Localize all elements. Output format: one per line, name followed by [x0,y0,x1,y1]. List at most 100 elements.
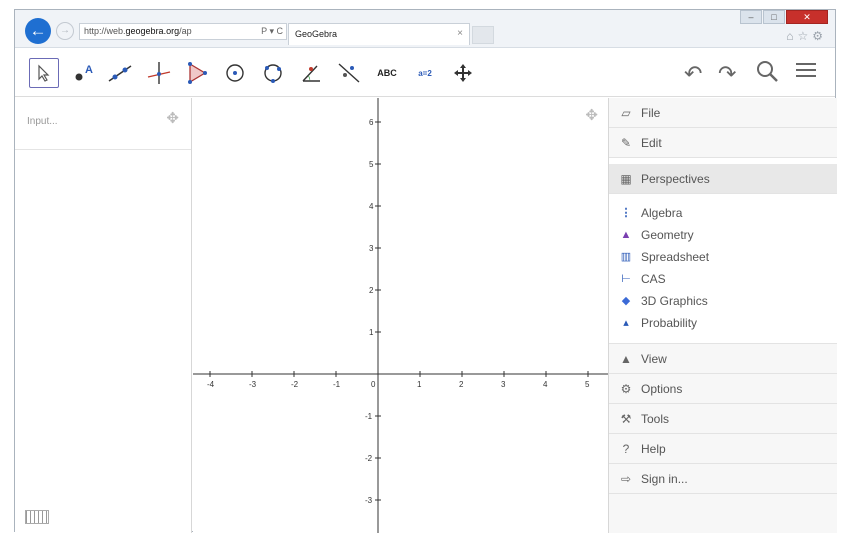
gear-icon: ⚙ [620,382,632,396]
perspective-algebra[interactable]: ⋮ Algebra [609,202,837,224]
menu-icon[interactable] [795,59,817,87]
line-tool[interactable] [105,58,135,88]
spreadsheet-icon: ▥ [620,251,632,263]
move-graphics-tool[interactable] [448,58,478,88]
perspectives-list: ⋮ Algebra ▲ Geometry ▥ Spreadsheet ⊢ CAS… [609,196,837,344]
text-tool-label: ABC [377,68,397,78]
perspective-label: Geometry [641,228,694,242]
perspective-spreadsheet[interactable]: ▥ Spreadsheet [609,246,837,268]
perspective-label: Probability [641,316,698,330]
minimize-icon[interactable]: – [740,10,762,24]
reflect-tool[interactable] [334,58,364,88]
back-icon[interactable]: ← [25,18,51,44]
menu-item-label: Sign in... [641,472,688,486]
help-icon: ? [622,442,630,456]
perspective-3d-graphics[interactable]: ◆ 3D Graphics [609,290,837,312]
menu-item-edit[interactable]: ✎ Edit [609,128,837,158]
perspective-label: Algebra [641,206,683,220]
undo-icon[interactable]: ↶ [684,61,702,87]
forward-icon[interactable]: → [56,22,74,40]
window-controls: – □ ✕ [739,10,831,26]
circle-three-points-tool[interactable] [258,58,288,88]
menu-item-label: Perspectives [641,172,710,186]
3d-graphics-icon: ◆ [621,295,631,307]
point-tool[interactable]: A [68,58,98,88]
menu-item-options[interactable]: ⚙ Options [609,374,837,404]
perspective-label: 3D Graphics [641,294,708,308]
browser-tab[interactable]: GeoGebra × [288,23,470,45]
address-host: geogebra.org [125,26,180,36]
slider-tool-label: a=2 [418,68,432,78]
x-tick-label: 4 [543,380,548,389]
tab-close-icon[interactable]: × [457,24,463,44]
drag-handle-icon[interactable]: ✥ [166,109,179,127]
pencil-icon: ✎ [620,136,632,150]
polygon-tool[interactable] [182,58,212,88]
algebra-input[interactable]: Input... [27,116,58,127]
menu-footer [609,494,837,533]
menu-item-label: View [641,352,667,366]
favorites-icon[interactable]: ☆ [797,29,812,43]
address-suffix: /ap [179,26,192,36]
y-tick-label: 1 [369,328,374,337]
new-tab-button[interactable] [472,26,494,44]
move-tool[interactable] [29,58,59,88]
settings-icon[interactable]: ⚙ [812,29,827,43]
coordinate-plane: -4 -3 -2 -1 0 1 2 3 4 5 6 5 4 3 2 1 -1 -2 -3 [193,98,608,533]
perpendicular-tool[interactable] [144,58,174,88]
menu-item-help[interactable]: ? Help [609,434,837,464]
x-tick-label: 5 [585,380,590,389]
x-tick-label: 3 [501,380,506,389]
perspective-cas[interactable]: ⊢ CAS [609,268,837,290]
menu-item-sign-in[interactable]: ⇨ Sign in... [609,464,837,494]
graphics-view[interactable]: -4 -3 -2 -1 0 1 2 3 4 5 6 5 4 3 2 1 -1 -2 -3 ✥ [193,98,608,533]
browser-titlebar: ← → http://web.geogebra.org/ap Ρ ▾ C Geo… [15,10,835,48]
browser-icons: ⌂☆⚙ [786,29,827,43]
y-tick-label: -2 [365,454,373,463]
text-tool[interactable]: ABC [372,58,402,88]
angle-icon [302,65,320,82]
address-bar[interactable]: http://web.geogebra.org/ap Ρ ▾ C [79,23,287,40]
x-tick-label: -3 [249,380,257,389]
algebra-icon: ⋮ [620,207,632,219]
circle-tool[interactable] [220,58,250,88]
menu-item-label: File [641,106,661,120]
home-icon[interactable]: ⌂ [786,29,797,43]
input-bar[interactable]: Input... ✥ [15,98,191,150]
menu-item-label: Options [641,382,683,396]
maximize-icon[interactable]: □ [763,10,785,24]
slider-tool[interactable]: a=2 [410,58,440,88]
tools-icon: ⚒ [620,412,632,426]
perspective-geometry[interactable]: ▲ Geometry [609,224,837,246]
svg-text:A: A [85,64,93,76]
perspective-probability[interactable]: ▴ Probability [609,312,837,334]
x-tick-label: 1 [417,380,422,389]
perspectives-icon: ▦ [620,172,632,186]
keyboard-icon[interactable] [25,510,49,524]
perspective-label: CAS [641,272,666,286]
algebra-view: Input... ✥ [15,98,192,533]
address-prefix: http://web. [84,26,126,36]
y-tick-label: 3 [369,244,374,253]
tab-title: GeoGebra [295,29,338,39]
window-close-icon[interactable]: ✕ [786,10,828,24]
menu-item-tools[interactable]: ⚒ Tools [609,404,837,434]
main-menu: ▱ File ✎ Edit ▦ Perspectives ⋮ Algebra ▲… [608,98,837,533]
y-tick-label: -1 [365,412,373,421]
cursor-icon [38,64,50,82]
menu-item-file[interactable]: ▱ File [609,98,837,128]
tool-bar: A ABC a=2 ↶ ↷ [15,49,835,97]
search-icon[interactable] [755,59,779,89]
browser-window: ← → http://web.geogebra.org/ap Ρ ▾ C Geo… [14,9,837,533]
redo-icon[interactable]: ↷ [718,61,736,87]
angle-tool[interactable] [296,58,326,88]
graphics-drag-handle-icon[interactable]: ✥ [585,106,598,124]
menu-item-view[interactable]: ▲ View [609,344,837,374]
view-icon: ▲ [620,352,632,366]
cas-icon: ⊢ [621,273,631,285]
y-tick-label: 2 [369,286,374,295]
address-controls[interactable]: Ρ ▾ C [261,24,283,39]
menu-item-perspectives[interactable]: ▦ Perspectives [609,164,837,194]
probability-icon: ▴ [623,317,629,329]
sign-in-icon: ⇨ [620,472,632,486]
